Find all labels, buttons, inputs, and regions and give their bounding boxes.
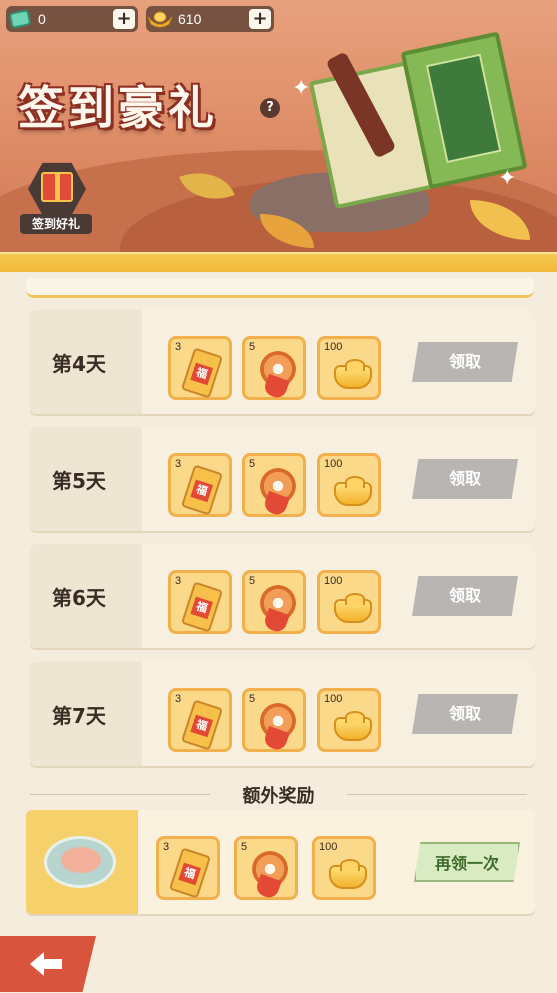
day-label: 第7天 bbox=[52, 704, 106, 728]
reward-flower[interactable]: 5 bbox=[242, 570, 306, 635]
reward-qty: 3 bbox=[175, 575, 182, 587]
reward-gold[interactable]: 100 bbox=[317, 688, 381, 752]
reward-qty: 100 bbox=[324, 341, 343, 353]
reward-qty: 3 bbox=[175, 458, 182, 470]
gold-ingot-icon bbox=[334, 476, 372, 506]
section-title: 额外奖励 bbox=[242, 786, 315, 807]
reward-gold[interactable]: 100 bbox=[317, 453, 381, 517]
sparkle-icon: ✦ bbox=[498, 166, 517, 191]
reward-flower[interactable]: 5 bbox=[234, 836, 298, 901]
reward-flower[interactable]: 5 bbox=[242, 453, 306, 518]
fortune-ticket-icon: 福 bbox=[180, 347, 224, 399]
sparkle-icon: ✦ bbox=[292, 76, 311, 101]
banner-stripe bbox=[0, 252, 557, 272]
reward-flower[interactable]: 5 bbox=[242, 688, 306, 753]
gold-count: 610 bbox=[178, 11, 202, 27]
reward-qty: 100 bbox=[324, 693, 343, 705]
page-title: 签到豪礼 bbox=[18, 81, 218, 135]
day-label: 第6天 bbox=[52, 586, 106, 610]
reward-ticket[interactable]: 3 福 bbox=[168, 688, 232, 752]
ticket-count: 0 bbox=[38, 11, 46, 27]
reward-flower[interactable]: 5 bbox=[242, 336, 306, 401]
gold-ingot-icon bbox=[334, 359, 372, 389]
fortune-ticket-icon: 福 bbox=[180, 581, 224, 633]
add-gold-button[interactable]: + bbox=[249, 9, 271, 29]
help-icon[interactable]: ? bbox=[260, 98, 280, 118]
gift-box-icon bbox=[41, 172, 73, 202]
reward-gold[interactable]: 100 bbox=[312, 836, 376, 900]
day-label: 第5天 bbox=[52, 469, 106, 493]
signin-gift-button[interactable]: 签到好礼 bbox=[20, 160, 92, 236]
reward-ticket[interactable]: 3 福 bbox=[168, 570, 232, 634]
reward-ticket[interactable]: 3 福 bbox=[168, 453, 232, 517]
reward-qty: 5 bbox=[249, 341, 256, 353]
back-button[interactable] bbox=[0, 936, 96, 992]
gold-currency: 610 + bbox=[146, 6, 274, 32]
bonus-row: 3 福 5 100 再领一次 bbox=[26, 810, 535, 914]
claim-button[interactable]: 领取 bbox=[412, 342, 518, 382]
reward-qty: 100 bbox=[324, 458, 343, 470]
reward-list[interactable]: 第4天 3 福 5 100 领取 第5天 3 福 5 100 领取 第6天 3 … bbox=[0, 272, 557, 993]
reward-gold[interactable]: 100 bbox=[317, 570, 381, 634]
reward-gold[interactable]: 100 bbox=[317, 336, 381, 400]
day-row-7: 第7天 3 福 5 100 领取 bbox=[30, 662, 535, 766]
reward-qty: 100 bbox=[319, 841, 338, 853]
reward-qty: 5 bbox=[249, 575, 256, 587]
gift-label: 签到好礼 bbox=[20, 214, 92, 234]
claim-button[interactable]: 领取 bbox=[412, 576, 518, 616]
reward-qty: 100 bbox=[324, 575, 343, 587]
fortune-ticket-icon: 福 bbox=[180, 464, 224, 516]
food-dish-icon bbox=[44, 836, 116, 888]
reward-ticket[interactable]: 3 福 bbox=[168, 336, 232, 400]
back-arrow-icon bbox=[30, 952, 62, 976]
gold-ingot-icon bbox=[334, 593, 372, 623]
reward-qty: 5 bbox=[249, 693, 256, 705]
claim-again-button[interactable]: 再领一次 bbox=[414, 842, 520, 882]
gold-ingot-icon bbox=[146, 6, 174, 32]
claim-button[interactable]: 领取 bbox=[412, 459, 518, 499]
fortune-ticket-icon: 福 bbox=[180, 699, 224, 751]
bonus-section-header: 额外奖励 bbox=[30, 782, 527, 807]
gold-ingot-icon bbox=[329, 859, 367, 889]
reward-qty: 3 bbox=[175, 341, 182, 353]
reward-qty: 3 bbox=[163, 841, 170, 853]
claim-button[interactable]: 领取 bbox=[412, 694, 518, 734]
reward-qty: 5 bbox=[249, 458, 256, 470]
reward-qty: 3 bbox=[175, 693, 182, 705]
reward-qty: 5 bbox=[241, 841, 248, 853]
day-row-4: 第4天 3 福 5 100 领取 bbox=[30, 310, 535, 414]
ticket-currency: 0 + bbox=[6, 6, 138, 32]
add-ticket-button[interactable]: + bbox=[113, 9, 135, 29]
fortune-ticket-icon: 福 bbox=[168, 847, 212, 899]
gold-ingot-icon bbox=[334, 711, 372, 741]
list-item bbox=[26, 278, 534, 298]
reward-ticket[interactable]: 3 福 bbox=[156, 836, 220, 900]
header-banner: ✦ ✦ 0 + 610 + 签到豪礼 ? 签到好礼 bbox=[0, 0, 557, 272]
day-row-6: 第6天 3 福 5 100 领取 bbox=[30, 544, 535, 648]
day-label: 第4天 bbox=[52, 352, 106, 376]
green-ticket-icon bbox=[6, 6, 34, 32]
day-row-5: 第5天 3 福 5 100 领取 bbox=[30, 427, 535, 531]
